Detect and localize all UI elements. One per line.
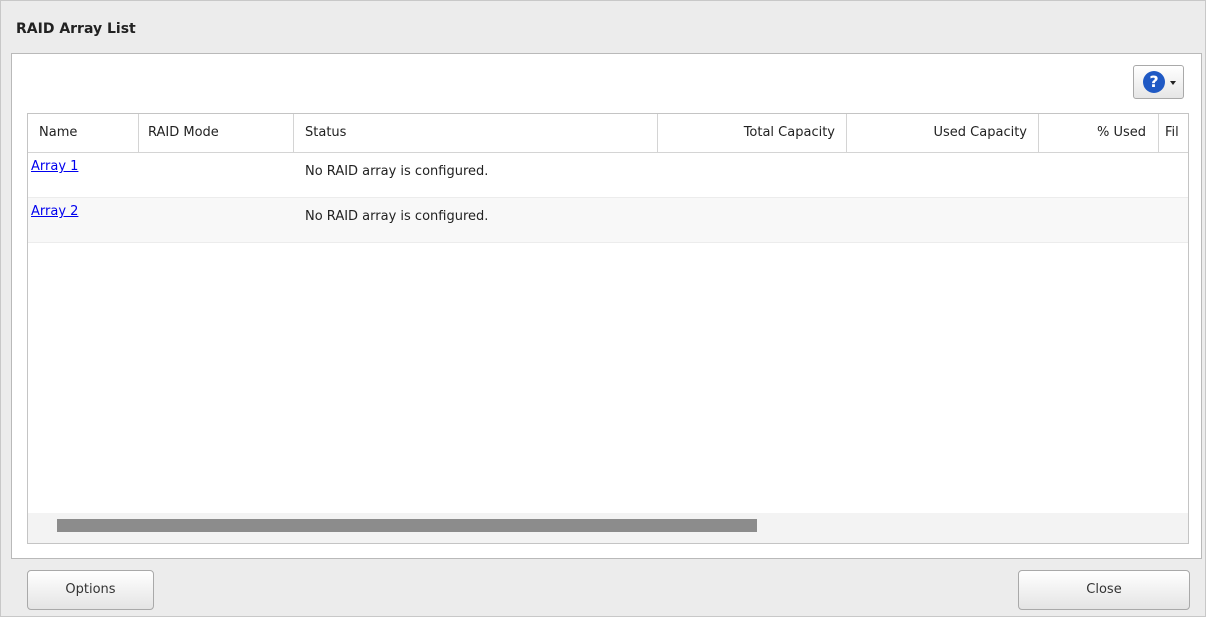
options-button[interactable]: Options bbox=[27, 570, 154, 610]
array-2-link[interactable]: Array 2 bbox=[31, 204, 78, 219]
content-panel: ? Name RAID Mode Status Total Capacity U… bbox=[11, 53, 1202, 559]
column-header-raid-mode[interactable]: RAID Mode bbox=[139, 114, 294, 152]
scrollbar-thumb[interactable] bbox=[57, 519, 757, 532]
column-header-status[interactable]: Status bbox=[294, 114, 658, 152]
column-header-percent-used[interactable]: % Used bbox=[1039, 114, 1159, 152]
question-circle-icon: ? bbox=[1143, 71, 1165, 93]
help-menu-button[interactable]: ? bbox=[1133, 65, 1184, 99]
column-header-name[interactable]: Name bbox=[28, 114, 139, 152]
column-header-filesystem[interactable]: Fil bbox=[1159, 114, 1188, 152]
close-button[interactable]: Close bbox=[1018, 570, 1190, 610]
array-status: No RAID array is configured. bbox=[305, 164, 489, 179]
array-status: No RAID array is configured. bbox=[305, 209, 489, 224]
array-1-link[interactable]: Array 1 bbox=[31, 159, 78, 174]
column-header-used-capacity[interactable]: Used Capacity bbox=[847, 114, 1039, 152]
horizontal-scrollbar[interactable] bbox=[28, 513, 1188, 543]
raid-array-grid: Name RAID Mode Status Total Capacity Use… bbox=[27, 113, 1189, 544]
column-header-total-capacity[interactable]: Total Capacity bbox=[658, 114, 847, 152]
dialog-title: RAID Array List bbox=[16, 21, 136, 37]
chevron-down-icon bbox=[1170, 81, 1176, 85]
raid-array-list-dialog: RAID Array List ? Name RAID Mode Status … bbox=[0, 0, 1206, 617]
table-row: Array 2 No RAID array is configured. bbox=[28, 198, 1188, 243]
grid-header: Name RAID Mode Status Total Capacity Use… bbox=[28, 114, 1188, 153]
table-row: Array 1 No RAID array is configured. bbox=[28, 153, 1188, 198]
